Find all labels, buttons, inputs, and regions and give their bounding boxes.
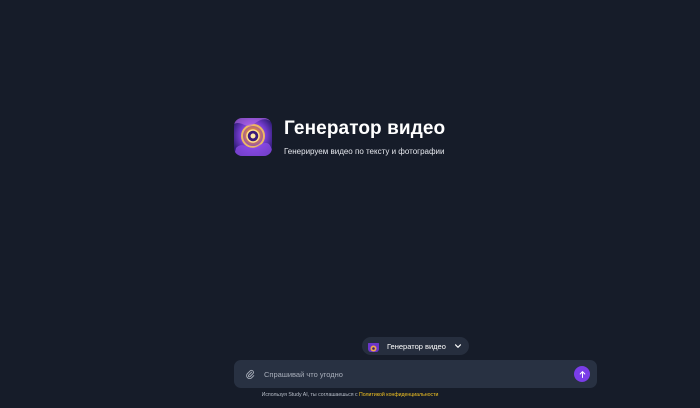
footer-disclaimer: Используя Study AI, ты соглашаешься с По…	[0, 392, 700, 398]
mode-thumbnail-icon	[368, 341, 379, 352]
page-title: Генератор видео	[284, 118, 446, 139]
header-text: Генератор видео Генерируем видео по текс…	[284, 118, 445, 157]
prompt-bar	[234, 360, 597, 388]
privacy-policy-link[interactable]: Политикой конфиденциальности	[359, 392, 438, 398]
page-subtitle: Генерируем видео по тексту и фотографии	[284, 147, 445, 156]
page-header: Генератор видео Генерируем видео по текс…	[234, 118, 445, 157]
send-button[interactable]	[574, 366, 590, 382]
video-generator-logo	[234, 118, 272, 156]
mode-selector-label: Генератор видео	[387, 341, 446, 351]
prompt-input[interactable]	[264, 369, 574, 379]
footer-text: Используя Study AI, ты соглашаешься с	[261, 392, 358, 398]
page: Генератор видео Генерируем видео по текс…	[0, 0, 700, 408]
mode-selector[interactable]: Генератор видео	[362, 337, 469, 355]
arrow-up-icon	[579, 370, 585, 378]
paperclip-icon[interactable]	[244, 368, 256, 380]
chevron-down-icon	[453, 341, 463, 351]
